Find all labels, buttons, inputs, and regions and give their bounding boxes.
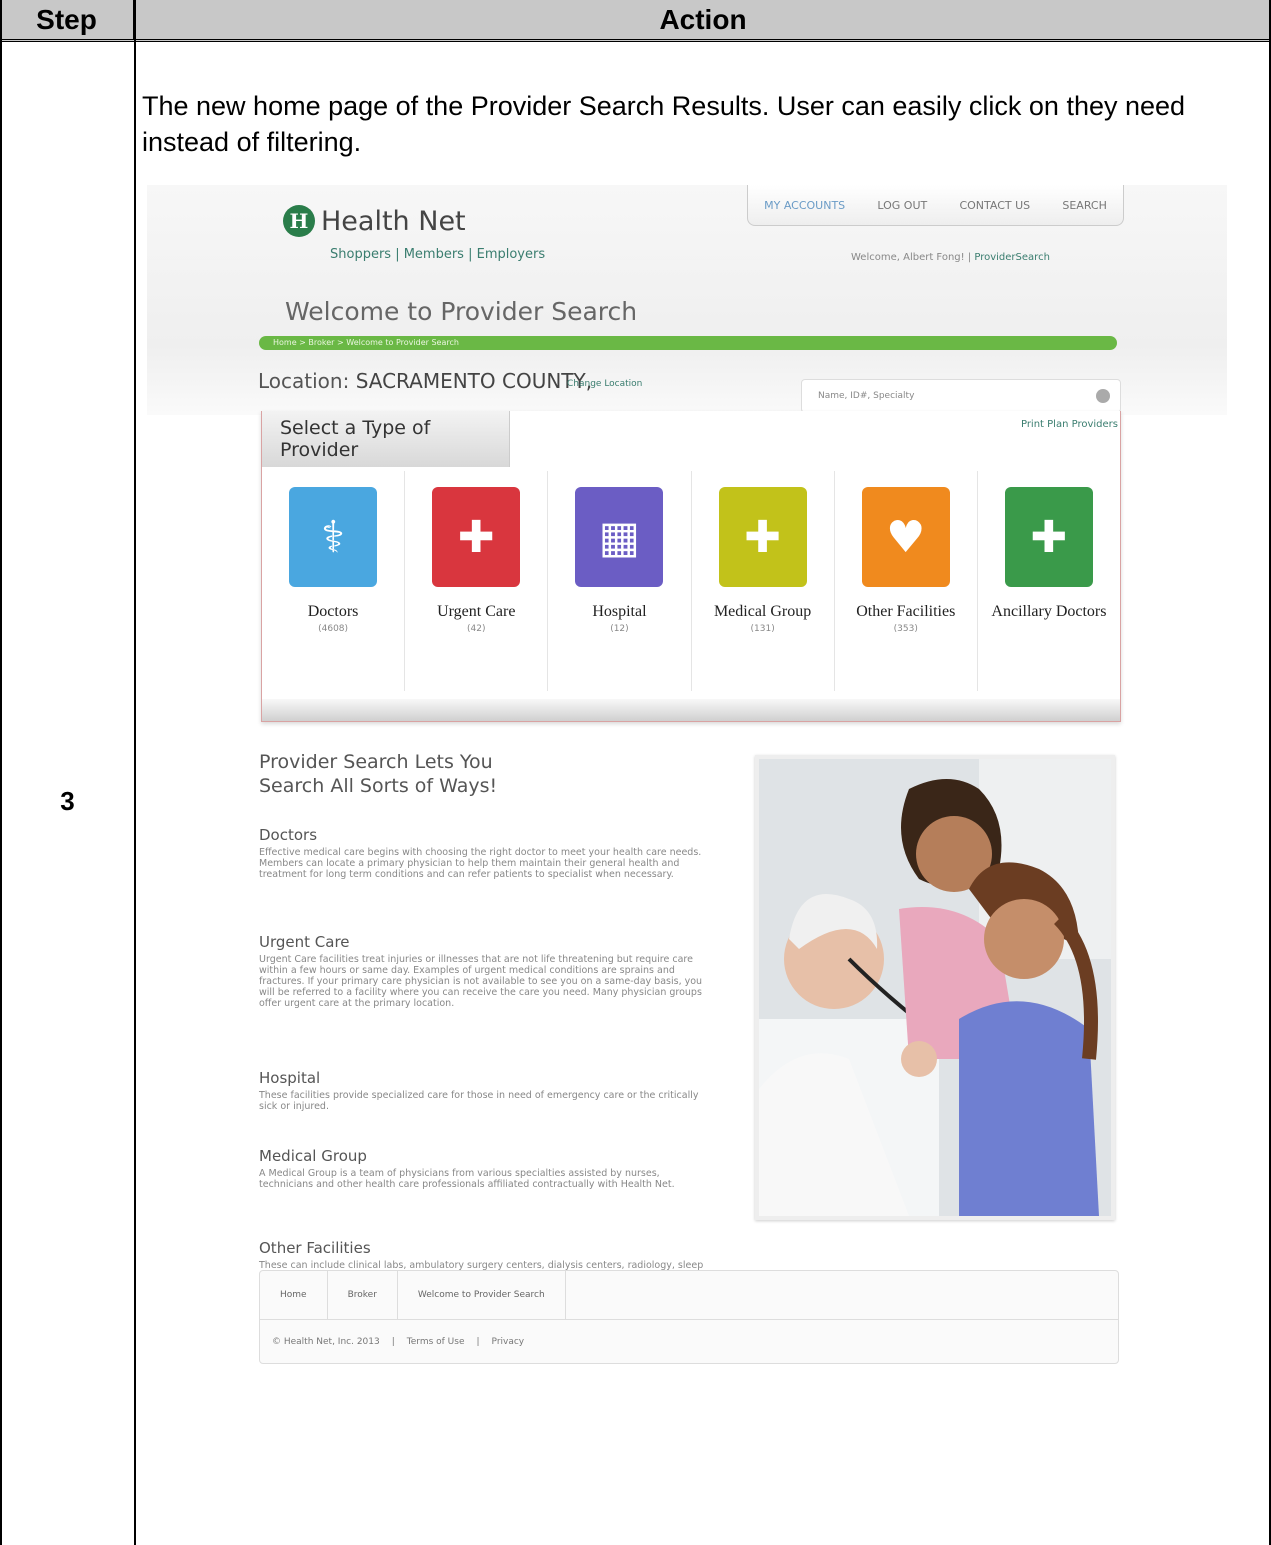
provider-search-screenshot: H Health Net Shoppers | Members | Employ… (147, 185, 1227, 1545)
location-value: SACRAMENTO COUNTY, (355, 369, 593, 393)
info-section-body: These facilities provide specialized car… (259, 1090, 699, 1112)
provider-tile-count: (42) (467, 624, 486, 634)
nav-log-out[interactable]: LOG OUT (877, 199, 927, 212)
audience-links[interactable]: Shoppers | Members | Employers (330, 247, 545, 262)
info-section-doctors: Doctors Effective medical care begins wi… (259, 826, 707, 880)
print-plan-providers-link[interactable]: Print Plan Providers (1021, 419, 1118, 430)
footer-breadcrumb: Home Broker Welcome to Provider Search (260, 1271, 1118, 1320)
search-placeholder: Name, ID#, Specialty (818, 391, 915, 401)
breadcrumb[interactable]: Home > Broker > Welcome to Provider Sear… (259, 336, 1117, 350)
provider-tile-count: (4608) (318, 624, 349, 634)
ambulance-icon: ✚ (432, 487, 521, 587)
provider-tile-other-facilities[interactable]: ♥ Other Facilities (353) (835, 471, 978, 691)
info-heading-line-1: Provider Search Lets You (259, 751, 493, 773)
health-net-logo-icon: H (283, 205, 315, 237)
health-net-logo[interactable]: H Health Net (283, 205, 466, 237)
provider-tile-name: Hospital (592, 603, 647, 620)
info-section-hospital: Hospital These facilities provide specia… (259, 1069, 707, 1112)
info-heading: Provider Search Lets You Search All Sort… (259, 750, 579, 798)
document-table: Step Action 3 The new home page of the P… (0, 0, 1271, 1545)
medical-kit-icon: ✚ (718, 487, 807, 587)
search-input[interactable]: Name, ID#, Specialty (801, 379, 1121, 413)
footer-crumb-current[interactable]: Welcome to Provider Search (398, 1271, 566, 1319)
info-section-title: Medical Group (259, 1147, 367, 1165)
welcome-user-text: Welcome, Albert Fong! | (851, 252, 972, 263)
nav-contact-us[interactable]: CONTACT US (959, 199, 1030, 212)
stethoscope-icon: ⚕ (289, 487, 377, 587)
nav-search[interactable]: SEARCH (1062, 199, 1107, 212)
info-section-urgent-care: Urgent Care Urgent Care facilities treat… (259, 933, 707, 1009)
provider-tile-name: Other Facilities (856, 603, 956, 620)
panel-footer-bar (262, 699, 1120, 721)
info-section-title: Doctors (259, 826, 318, 844)
info-section-body: Urgent Care facilities treat injuries or… (259, 954, 703, 1009)
provider-tile-ancillary-doctors[interactable]: ✚ Ancillary Doctors (978, 471, 1120, 691)
location-display: Location: SACRAMENTO COUNTY, (258, 369, 592, 393)
info-section-body: Effective medical care begins with choos… (259, 847, 702, 880)
heart-icon: ♥ (861, 487, 950, 587)
provider-tile-urgent-care[interactable]: ✚ Urgent Care (42) (405, 471, 549, 691)
info-section-title: Urgent Care (259, 933, 350, 951)
page-title: Welcome to Provider Search (285, 297, 638, 326)
hospital-icon: ▦ (575, 487, 664, 587)
pill-bottle-icon: ✚ (1004, 487, 1093, 587)
provider-tile-count: (12) (610, 624, 629, 634)
top-nav: MY ACCOUNTS LOG OUT CONTACT US SEARCH (747, 185, 1124, 226)
action-column-header: Action (135, 0, 1271, 42)
footer-separator: | (476, 1337, 480, 1347)
doctor-child-photo (755, 755, 1115, 1220)
table-left-border (0, 0, 2, 1545)
terms-link[interactable]: Terms of Use (407, 1337, 465, 1347)
nav-my-accounts[interactable]: MY ACCOUNTS (764, 199, 845, 212)
info-section-medical-group: Medical Group A Medical Group is a team … (259, 1147, 707, 1190)
provider-tile-count: (131) (750, 624, 775, 634)
photo-illustration (759, 759, 1111, 1216)
privacy-link[interactable]: Privacy (492, 1337, 525, 1347)
logo-text: Health Net (321, 205, 466, 237)
provider-search-link[interactable]: ProviderSearch (974, 252, 1050, 263)
provider-type-panel: Select a Type of Provider Print Plan Pro… (261, 411, 1121, 722)
step-column-header: Step (0, 0, 135, 42)
provider-tile-name: Medical Group (713, 603, 812, 620)
panel-title: Select a Type of Provider (262, 411, 510, 467)
change-location-link[interactable]: Change Location (567, 379, 642, 389)
footer-separator: | (391, 1337, 395, 1347)
info-section-title: Other Facilities (259, 1239, 371, 1257)
provider-tile-name: Doctors (307, 603, 359, 620)
provider-tile-hospital[interactable]: ▦ Hospital (12) (548, 471, 692, 691)
step-number: 3 (60, 786, 75, 816)
provider-tile-name: Urgent Care (437, 603, 516, 620)
action-description: The new home page of the Provider Search… (142, 91, 1186, 157)
column-divider (134, 0, 136, 1545)
location-label: Location: (258, 369, 350, 393)
info-section-title: Hospital (259, 1069, 321, 1087)
provider-tile-name: Ancillary Doctors (991, 603, 1107, 620)
copyright: © Health Net, Inc. 2013 (272, 1337, 380, 1347)
search-icon[interactable] (1096, 389, 1110, 403)
info-section-body: A Medical Group is a team of physicians … (259, 1168, 675, 1190)
info-heading-line-2: Search All Sorts of Ways! (259, 775, 498, 797)
provider-tile-doctors[interactable]: ⚕ Doctors (4608) (262, 471, 406, 691)
provider-tile-medical-group[interactable]: ✚ Medical Group (131) (692, 471, 835, 691)
page-footer: Home Broker Welcome to Provider Search ©… (259, 1270, 1119, 1364)
provider-tile-count: (353) (893, 624, 918, 634)
footer-crumb-broker[interactable]: Broker (328, 1271, 398, 1319)
footer-links: © Health Net, Inc. 2013 | Terms of Use |… (272, 1337, 524, 1347)
welcome-user: Welcome, Albert Fong! | ProviderSearch (851, 252, 1050, 263)
footer-crumb-home[interactable]: Home (260, 1271, 328, 1319)
provider-type-tiles: ⚕ Doctors (4608) ✚ Urgent Care (42) ▦ Ho… (262, 471, 1120, 691)
